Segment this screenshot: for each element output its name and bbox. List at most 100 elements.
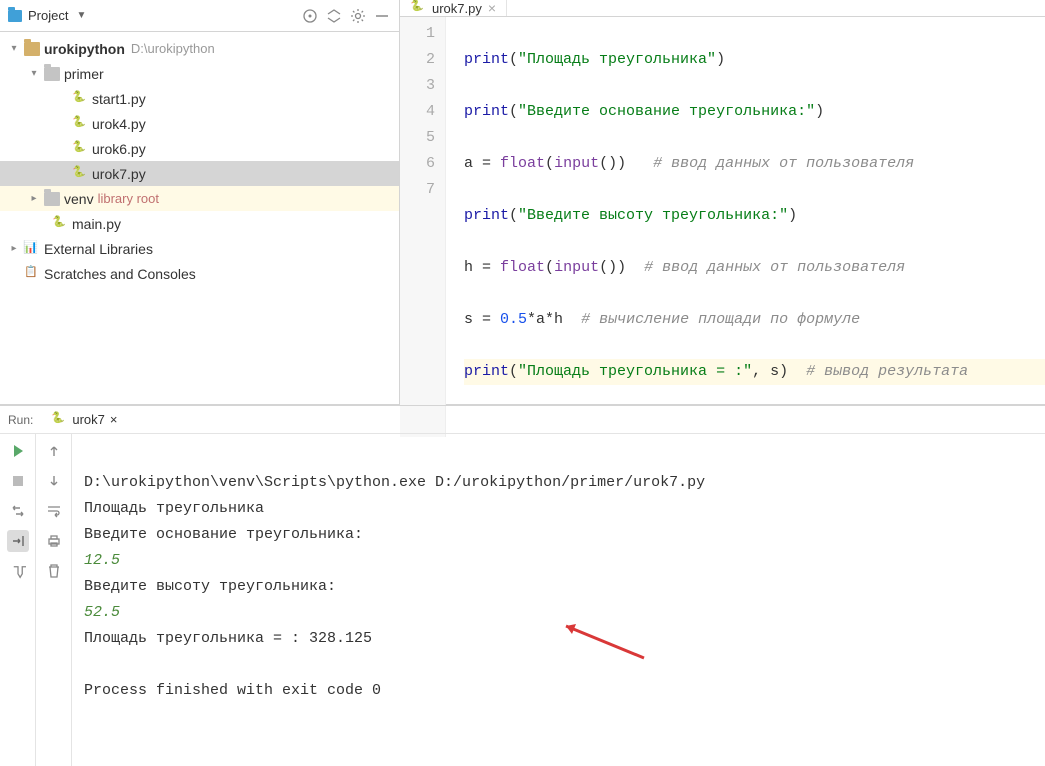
python-file-icon bbox=[72, 92, 88, 106]
line-gutter: 1 2 3 4 5 6 7 bbox=[400, 17, 446, 437]
tok: = bbox=[473, 155, 500, 172]
console-output[interactable]: D:\urokipython\venv\Scripts\python.exe D… bbox=[72, 434, 1045, 766]
tok: print bbox=[464, 51, 509, 68]
tok: "Введите высоту треугольника:" bbox=[518, 207, 788, 224]
tok: 0.5 bbox=[500, 311, 527, 328]
run-panel: Run: urok7 × D:\urokipython\venv\Scripts… bbox=[0, 405, 1045, 766]
step-button[interactable] bbox=[7, 530, 29, 552]
python-file-icon bbox=[72, 117, 88, 131]
chevron-right-icon[interactable]: ▸ bbox=[8, 243, 20, 254]
minimize-icon[interactable] bbox=[373, 7, 391, 25]
restart-button[interactable] bbox=[7, 500, 29, 522]
tok: "Площадь треугольника" bbox=[518, 51, 716, 68]
editor-tabs: urok7.py × bbox=[400, 0, 1045, 17]
tok: # ввод данных от пользователя bbox=[644, 259, 905, 276]
gear-icon[interactable] bbox=[349, 7, 367, 25]
console-line: Введите высоту треугольника: bbox=[84, 578, 336, 595]
line-number: 2 bbox=[400, 47, 435, 73]
expand-icon[interactable] bbox=[325, 7, 343, 25]
console-line: D:\urokipython\venv\Scripts\python.exe D… bbox=[84, 474, 705, 491]
console-input: 12.5 bbox=[84, 552, 120, 569]
tree-scratches[interactable]: Scratches and Consoles bbox=[0, 261, 399, 286]
code-editor[interactable]: 1 2 3 4 5 6 7 print("Площадь треугольник… bbox=[400, 17, 1045, 437]
annotation-arrow bbox=[482, 590, 654, 702]
run-toolbar-right bbox=[36, 434, 72, 766]
tree-file-start1[interactable]: start1.py bbox=[0, 86, 399, 111]
tok: input bbox=[554, 259, 599, 276]
print-icon[interactable] bbox=[43, 530, 65, 552]
trash-icon[interactable] bbox=[43, 560, 65, 582]
sidebar-title[interactable]: Project bbox=[28, 8, 68, 23]
tree-root[interactable]: ▾ urokipython D:\urokipython bbox=[0, 36, 399, 61]
tok: # вывод результата bbox=[806, 363, 968, 380]
tree-file-urok4[interactable]: urok4.py bbox=[0, 111, 399, 136]
close-icon[interactable]: × bbox=[110, 412, 118, 427]
tok: = bbox=[473, 259, 500, 276]
tree-file-urok7[interactable]: urok7.py bbox=[0, 161, 399, 186]
down-icon[interactable] bbox=[43, 470, 65, 492]
tok: a bbox=[464, 155, 473, 172]
scratches-label: Scratches and Consoles bbox=[44, 266, 196, 282]
editor-pane: urok7.py × 1 2 3 4 5 6 7 print("Площадь … bbox=[400, 0, 1045, 404]
console-line: Площадь треугольника = : 328.125 bbox=[84, 630, 372, 647]
file-label: urok6.py bbox=[92, 141, 146, 157]
tok: # ввод данных от пользователя bbox=[653, 155, 914, 172]
python-file-icon bbox=[410, 1, 426, 15]
line-number: 4 bbox=[400, 99, 435, 125]
console-exit: Process finished with exit code 0 bbox=[84, 682, 381, 699]
tok: , s bbox=[752, 363, 779, 380]
file-label: start1.py bbox=[92, 91, 146, 107]
stop-button[interactable] bbox=[7, 470, 29, 492]
console-line: Площадь треугольника bbox=[84, 500, 264, 517]
tok: # вычисление площади по формуле bbox=[581, 311, 860, 328]
root-path: D:\urokipython bbox=[131, 41, 215, 56]
tok: *a*h bbox=[527, 311, 563, 328]
line-number: 7 bbox=[400, 177, 435, 203]
python-file-icon bbox=[72, 142, 88, 156]
tab-label: urok7.py bbox=[432, 1, 482, 16]
python-file-icon bbox=[51, 413, 67, 427]
line-number: 3 bbox=[400, 73, 435, 99]
chevron-down-icon[interactable]: ▾ bbox=[28, 68, 40, 79]
tok: input bbox=[554, 155, 599, 172]
folder-label: primer bbox=[64, 66, 104, 82]
wrap-icon[interactable] bbox=[43, 500, 65, 522]
chevron-right-icon[interactable]: ▸ bbox=[28, 193, 40, 204]
tree-folder-primer[interactable]: ▾ primer bbox=[0, 61, 399, 86]
target-icon[interactable] bbox=[301, 7, 319, 25]
file-label: main.py bbox=[72, 216, 121, 232]
tab-urok7[interactable]: urok7.py × bbox=[400, 0, 507, 16]
folder-label: venv bbox=[64, 191, 94, 207]
line-number: 5 bbox=[400, 125, 435, 151]
console-input: 52.5 bbox=[84, 604, 120, 621]
python-file-icon bbox=[72, 167, 88, 181]
run-button[interactable] bbox=[7, 440, 29, 462]
tree-file-urok6[interactable]: urok6.py bbox=[0, 136, 399, 161]
chevron-down-icon[interactable]: ▾ bbox=[8, 43, 20, 54]
run-tab[interactable]: urok7 × bbox=[43, 406, 125, 433]
folder-icon bbox=[44, 192, 60, 206]
tree-folder-venv[interactable]: ▸ venv library root bbox=[0, 186, 399, 211]
tok: float bbox=[500, 155, 545, 172]
tree-file-main[interactable]: main.py bbox=[0, 211, 399, 236]
code-body[interactable]: print("Площадь треугольника") print("Вве… bbox=[446, 17, 1045, 437]
line-number: 6 bbox=[400, 151, 435, 177]
up-icon[interactable] bbox=[43, 440, 65, 462]
tree-external-libraries[interactable]: ▸ External Libraries bbox=[0, 236, 399, 261]
line-number: 1 bbox=[400, 21, 435, 47]
libraries-icon bbox=[24, 242, 40, 256]
tok: print bbox=[464, 363, 509, 380]
scratches-icon bbox=[24, 267, 40, 281]
tok: = bbox=[473, 311, 500, 328]
tok: h bbox=[464, 259, 473, 276]
folder-icon bbox=[44, 67, 60, 81]
project-tree: ▾ urokipython D:\urokipython ▾ primer st… bbox=[0, 32, 399, 404]
dropdown-icon[interactable]: ▼ bbox=[76, 10, 86, 21]
file-label: urok7.py bbox=[92, 166, 146, 182]
pin-icon[interactable] bbox=[7, 560, 29, 582]
run-toolbar-left bbox=[0, 434, 36, 766]
run-header: Run: urok7 × bbox=[0, 406, 1045, 434]
close-icon[interactable]: × bbox=[488, 0, 496, 16]
run-tab-label: urok7 bbox=[72, 412, 105, 427]
tok: s bbox=[464, 311, 473, 328]
